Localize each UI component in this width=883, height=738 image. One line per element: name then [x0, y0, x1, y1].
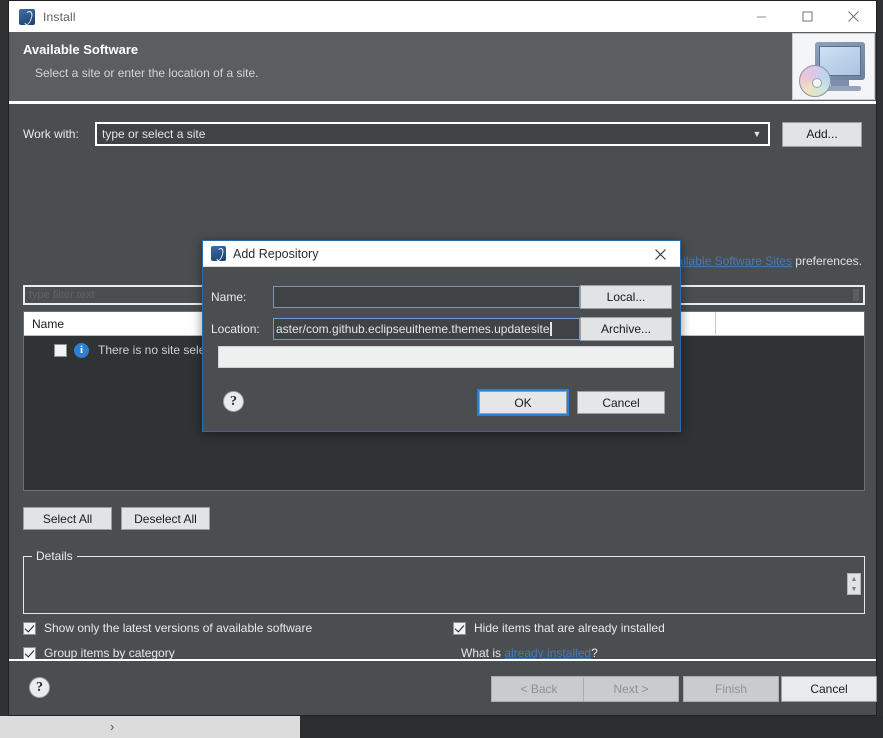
- chevron-right-icon: ›: [110, 719, 115, 734]
- work-with-label: Work with:: [23, 127, 79, 141]
- back-button[interactable]: < Back: [491, 676, 587, 702]
- scroll-updown-icon[interactable]: ▲ ▼: [847, 573, 861, 595]
- details-label: Details: [32, 549, 77, 563]
- monitor-cd-icon: [792, 33, 875, 100]
- option-hide-installed[interactable]: Hide items that are already installed: [453, 621, 665, 635]
- page-subtitle: Select a site or enter the location of a…: [35, 66, 259, 80]
- filter-clear-icon[interactable]: [853, 289, 859, 301]
- work-with-row: Work with: type or select a site ▼ Add..…: [23, 121, 865, 147]
- name-field[interactable]: [273, 286, 580, 308]
- name-label: Name:: [211, 290, 247, 304]
- window-title: Install: [43, 9, 76, 24]
- available-software-sites-link[interactable]: Available Software Sites: [663, 254, 792, 268]
- cancel-button[interactable]: Cancel: [577, 391, 665, 414]
- table-row[interactable]: i There is no site selected.: [24, 340, 231, 360]
- location-field[interactable]: aster/com.github.eclipseuitheme.themes.u…: [273, 318, 580, 340]
- info-icon: i: [74, 342, 89, 358]
- filter-placeholder: type filter text: [29, 289, 95, 301]
- background-bottom-dark: [300, 716, 883, 738]
- location-label: Location:: [211, 322, 260, 336]
- find-more-suffix: preferences.: [791, 254, 862, 268]
- eclipse-icon: [211, 246, 226, 261]
- background-right-strip: [877, 0, 883, 716]
- what-is-suffix: ?: [591, 646, 598, 660]
- text-caret: [549, 322, 552, 336]
- already-installed-link[interactable]: already installed: [504, 646, 591, 660]
- column-header-extra[interactable]: [716, 312, 864, 336]
- select-all-button[interactable]: Select All: [23, 507, 112, 530]
- close-icon[interactable]: [830, 1, 876, 32]
- checkbox-hide-installed[interactable]: [453, 621, 466, 635]
- background-bottom-bar: [0, 716, 883, 738]
- details-group: Details ▲ ▼: [23, 549, 865, 614]
- option-label: Show only the latest versions of availab…: [44, 621, 313, 635]
- close-icon[interactable]: [648, 241, 672, 267]
- deselect-all-button[interactable]: Deselect All: [121, 507, 210, 530]
- checkbox-show-latest-versions[interactable]: [23, 621, 36, 635]
- dialog-titlebar[interactable]: Add Repository: [203, 241, 680, 267]
- banner-text-block: Available Software Select a site or ente…: [9, 32, 792, 101]
- cd-disc-icon: [799, 65, 831, 97]
- archive-button[interactable]: Archive...: [580, 317, 672, 341]
- wizard-footer: ? < Back Next > Finish Cancel: [9, 659, 877, 715]
- background-left-strip: [0, 0, 8, 738]
- location-field-value: aster/com.github.eclipseuitheme.themes.u…: [276, 322, 550, 336]
- option-show-latest-versions[interactable]: Show only the latest versions of availab…: [23, 621, 312, 635]
- help-icon[interactable]: ?: [223, 391, 244, 412]
- maximize-icon[interactable]: [784, 1, 830, 32]
- wizard-banner: Available Software Select a site or ente…: [9, 32, 876, 104]
- location-row: Location: aster/com.github.eclipseuithem…: [211, 318, 580, 340]
- next-button[interactable]: Next >: [583, 676, 679, 702]
- name-row: Name:: [211, 286, 580, 308]
- dialog-title: Add Repository: [233, 246, 319, 261]
- checkbox-group-by-category[interactable]: [23, 646, 36, 660]
- eclipse-icon: [19, 8, 35, 25]
- window-controls: [738, 1, 876, 32]
- what-is-already-installed-text: What is already installed?: [461, 646, 598, 660]
- page-title: Available Software: [23, 42, 139, 57]
- ok-button[interactable]: OK: [477, 389, 569, 416]
- status-bar: [218, 346, 674, 368]
- chevron-down-icon[interactable]: ▼: [749, 124, 765, 144]
- minimize-icon[interactable]: [738, 1, 784, 32]
- finish-button[interactable]: Finish: [683, 676, 779, 702]
- option-label: Hide items that are already installed: [474, 621, 665, 635]
- scroll-down-arrow: ▼: [850, 585, 858, 593]
- work-with-value: type or select a site: [102, 127, 206, 141]
- row-checkbox[interactable]: [54, 343, 67, 357]
- scroll-up-arrow: ▲: [850, 575, 858, 583]
- work-with-combo[interactable]: type or select a site ▼: [95, 122, 770, 146]
- add-repository-dialog: Add Repository Name: Local... Location: …: [202, 240, 681, 432]
- what-is-prefix: What is: [461, 646, 505, 660]
- option-group-by-category[interactable]: Group items by category: [23, 646, 175, 660]
- add-button[interactable]: Add...: [782, 121, 862, 147]
- window-titlebar[interactable]: Install: [9, 1, 876, 32]
- local-button[interactable]: Local...: [580, 285, 672, 309]
- option-label: Group items by category: [44, 646, 175, 660]
- help-icon[interactable]: ?: [29, 677, 50, 698]
- cancel-button[interactable]: Cancel: [781, 676, 877, 702]
